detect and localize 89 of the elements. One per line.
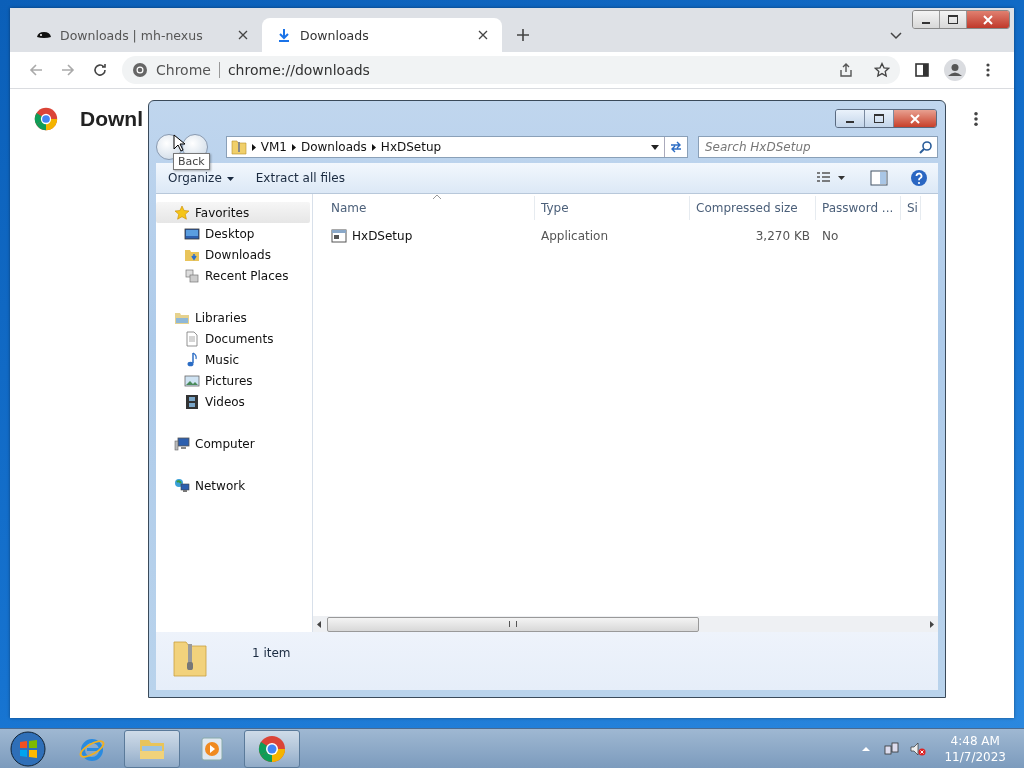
scroll-left-icon[interactable] — [317, 620, 321, 628]
taskbar-app-button[interactable] — [244, 729, 300, 768]
start-button[interactable] — [10, 730, 46, 767]
nav-item[interactable]: Pictures — [156, 370, 312, 391]
tooltip: Back — [173, 153, 210, 170]
breadcrumb-item[interactable]: HxDSetup — [380, 140, 442, 154]
network-status-icon[interactable] — [884, 740, 901, 757]
chrome-logo-icon — [132, 62, 148, 78]
table-cell-text: No — [821, 228, 840, 245]
scroll-right-icon[interactable] — [930, 620, 934, 628]
side-panel-icon[interactable] — [914, 62, 930, 78]
sort-caret-icon — [433, 194, 441, 199]
view-options-icon[interactable] — [814, 171, 848, 185]
column-header[interactable]: Name — [313, 196, 535, 220]
taskbar-app-button[interactable] — [124, 729, 180, 768]
close-button[interactable] — [894, 110, 936, 127]
recent-places-icon — [184, 267, 200, 284]
horizontal-scrollbar[interactable] — [313, 616, 938, 632]
nav-item[interactable]: Downloads — [156, 244, 312, 265]
computer-icon — [174, 435, 190, 452]
column-header[interactable]: Password ... — [816, 196, 901, 220]
monitor-icon — [184, 225, 200, 242]
column-header[interactable]: Type — [535, 196, 690, 220]
breadcrumb-item[interactable]: Downloads — [300, 140, 367, 154]
preview-pane-icon[interactable] — [870, 169, 888, 187]
nav-item[interactable]: Recent Places — [156, 265, 312, 286]
minimize-button[interactable] — [913, 11, 940, 28]
table-cell-text: Application — [540, 228, 610, 245]
search-field[interactable]: Search HxDSetup — [698, 136, 938, 158]
breadcrumb-item[interactable]: VM1 — [260, 140, 287, 154]
chevron-right-icon[interactable] — [371, 143, 376, 151]
close-tab-icon[interactable] — [238, 30, 248, 40]
column-header[interactable]: Compressed size — [690, 196, 816, 220]
nav-item[interactable]: Videos — [156, 391, 312, 412]
share-icon[interactable] — [838, 62, 854, 78]
maximize-button[interactable] — [865, 110, 894, 127]
command-button[interactable]: Organize — [168, 171, 234, 185]
chevron-down-icon[interactable] — [890, 32, 902, 40]
chevron-right-icon[interactable] — [291, 143, 296, 151]
reload-icon[interactable] — [92, 62, 108, 78]
nav-group-item[interactable]: Favorites — [156, 202, 310, 223]
profile-avatar-icon[interactable] — [944, 59, 966, 81]
minimize-button[interactable] — [836, 110, 865, 127]
speaker-muted-icon[interactable] — [910, 740, 927, 757]
command-button[interactable]: Extract all files — [255, 171, 345, 185]
media-player-icon — [198, 734, 226, 763]
chrome-logo-icon — [34, 107, 58, 131]
nav-group-item[interactable]: Libraries — [156, 307, 310, 328]
column-header[interactable]: Si — [901, 196, 921, 220]
network-icon — [174, 477, 190, 494]
application-icon — [331, 229, 347, 243]
nav-item[interactable]: Documents — [156, 328, 312, 349]
new-tab-icon[interactable] — [516, 28, 530, 42]
caret-icon — [226, 176, 234, 181]
close-icon — [910, 113, 920, 124]
mouse-pointer-icon — [173, 134, 185, 152]
site-label: Chrome — [156, 62, 211, 78]
picture-icon — [184, 372, 200, 389]
browser-tab[interactable]: Downloads | mh-nexus — [22, 18, 262, 52]
address-bar[interactable]: VM1 Downloads HxDSetup — [225, 136, 688, 158]
file-name-cell[interactable]: HxDSetup — [313, 225, 535, 247]
item-count-text: 1 item — [252, 645, 291, 660]
more-options-icon[interactable] — [973, 111, 979, 127]
star-icon[interactable] — [874, 62, 890, 78]
page-title: Downl — [80, 107, 143, 131]
nav-group-item[interactable]: Network — [156, 475, 310, 496]
browser-tab[interactable]: Downloads — [262, 18, 502, 52]
film-icon — [184, 393, 200, 410]
nav-item[interactable]: Music — [156, 349, 312, 370]
address-bar[interactable]: Chrome chrome://downloads — [122, 56, 900, 84]
help-icon[interactable] — [910, 169, 928, 187]
refresh-arrows-icon — [669, 140, 683, 154]
close-button[interactable] — [967, 11, 1009, 28]
nav-item[interactable]: Desktop — [156, 223, 312, 244]
url-text: chrome://downloads — [227, 62, 371, 78]
table-cell-text: 3,270 KB — [754, 228, 811, 245]
zip-folder-icon — [172, 638, 208, 678]
close-icon — [983, 14, 993, 25]
close-tab-icon[interactable] — [478, 30, 488, 40]
dropdown-arrow-icon[interactable] — [651, 144, 659, 150]
folder-zip-icon — [230, 139, 247, 155]
download-icon — [276, 27, 292, 43]
nav-group-item[interactable]: Computer — [156, 433, 310, 454]
star-icon — [174, 204, 190, 221]
document-icon — [184, 330, 200, 347]
chevron-right-icon[interactable] — [251, 143, 256, 151]
chrome-logo-icon — [258, 734, 286, 763]
maximize-button[interactable] — [940, 11, 967, 28]
search-icon[interactable] — [919, 140, 933, 154]
